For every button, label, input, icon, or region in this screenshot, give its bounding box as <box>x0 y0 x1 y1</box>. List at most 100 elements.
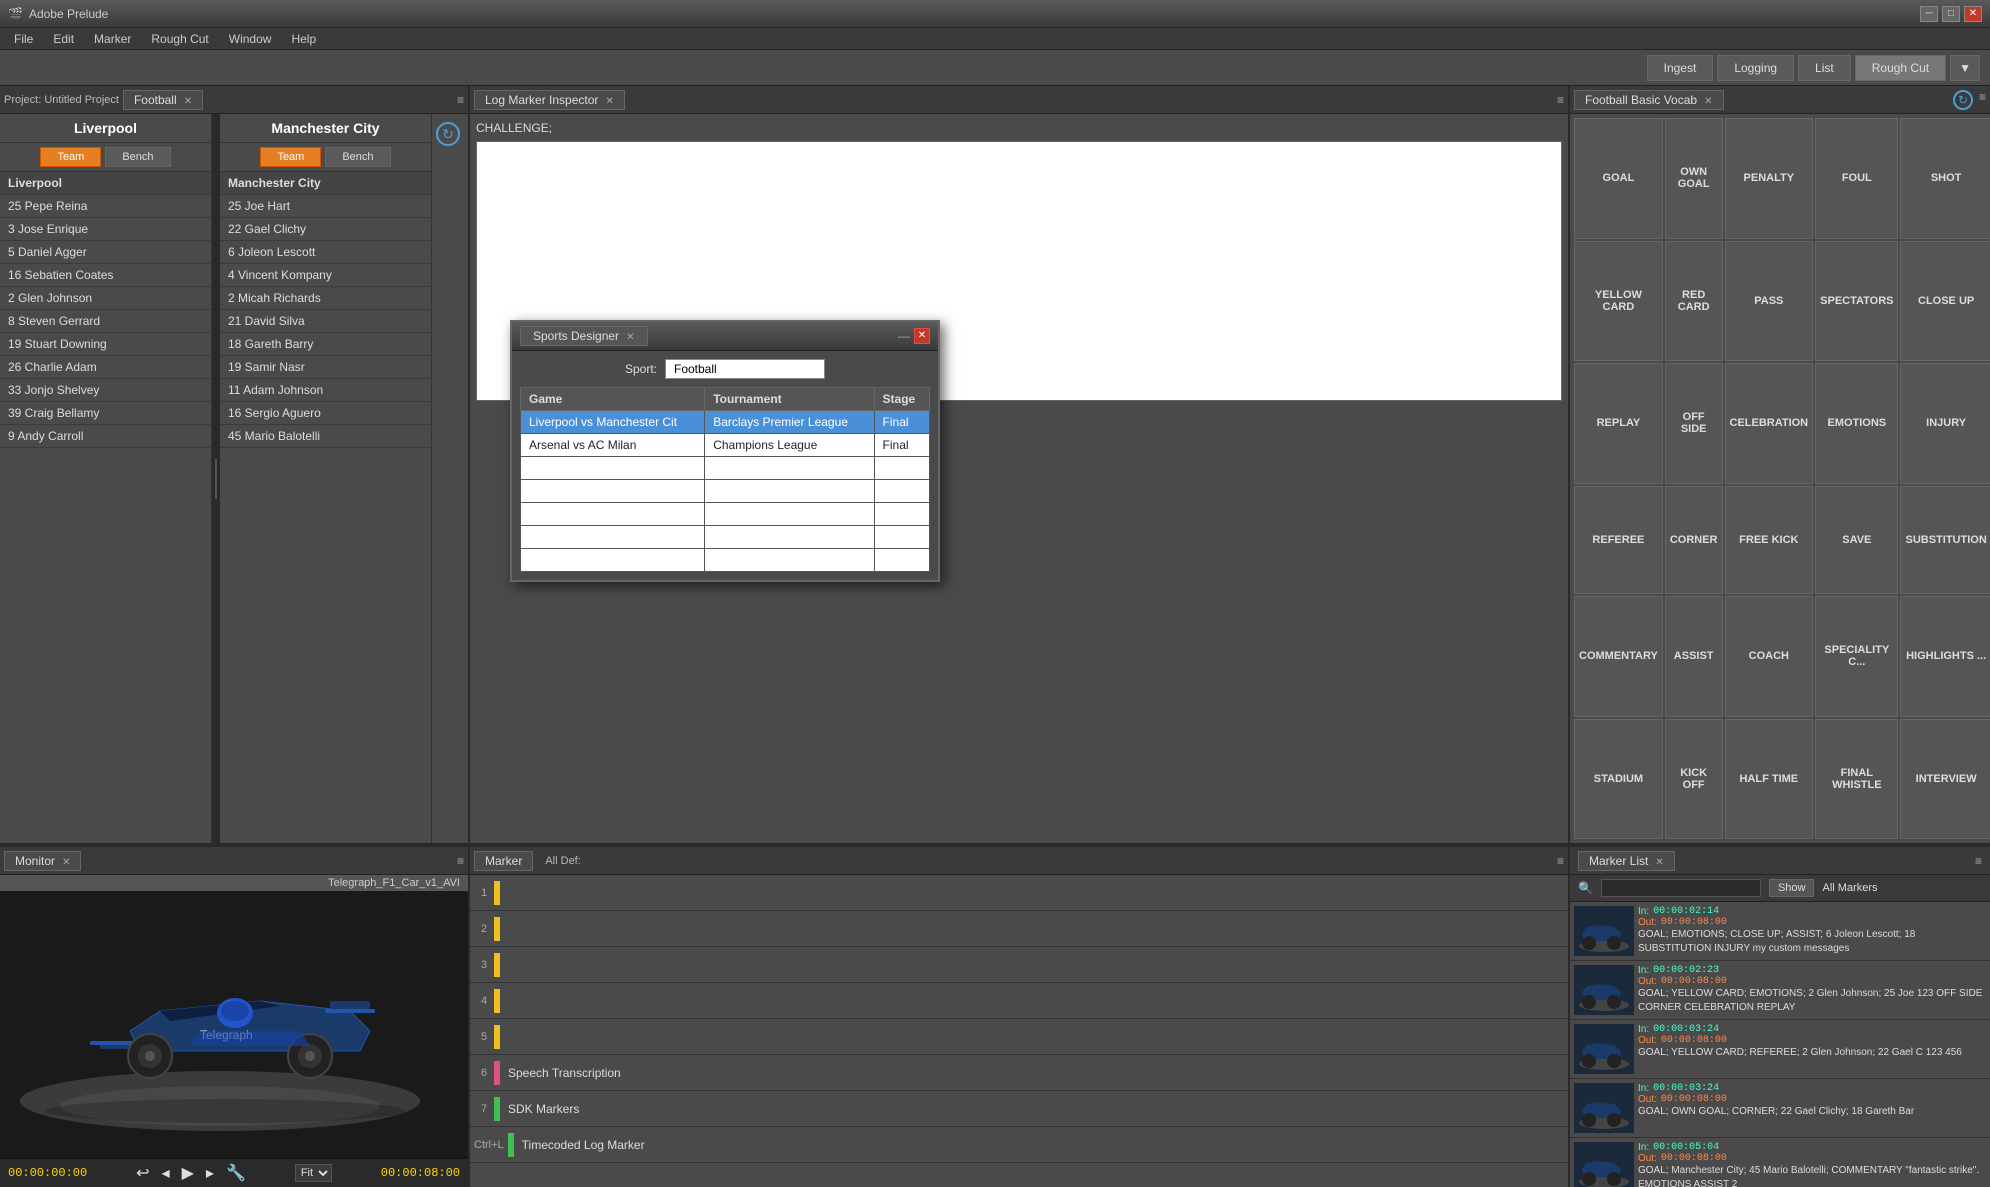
logging-btn[interactable]: Logging <box>1717 55 1794 81</box>
vocab-highlights[interactable]: HIGHLIGHTS ... <box>1900 596 1990 717</box>
marker-list-tab[interactable]: Marker List ✕ <box>1578 851 1675 871</box>
marker-label-3[interactable] <box>504 961 1564 969</box>
marker-label-5[interactable] <box>504 1033 1564 1041</box>
football-tab-close[interactable]: ✕ <box>184 96 192 107</box>
player-item[interactable]: 4 Vincent Kompany <box>220 264 431 287</box>
liverpool-team-tab[interactable]: Team <box>40 147 101 167</box>
player-item[interactable]: 5 Daniel Agger <box>0 241 211 264</box>
marker-label-4[interactable] <box>504 997 1564 1005</box>
marker-list-panel-menu[interactable]: ≡ <box>1975 854 1982 868</box>
player-item[interactable]: 18 Gareth Barry <box>220 333 431 356</box>
sports-designer-tab[interactable]: Sports Designer ✕ <box>520 326 648 346</box>
dialog-tab-close[interactable]: ✕ <box>626 332 634 343</box>
menu-roughcut[interactable]: Rough Cut <box>141 30 218 48</box>
log-inspector-tab-close[interactable]: ✕ <box>605 96 613 107</box>
liverpool-bench-tab[interactable]: Bench <box>105 147 170 167</box>
vocab-freekick[interactable]: FREE KICK <box>1725 486 1814 595</box>
close-btn[interactable]: ✕ <box>1964 6 1982 22</box>
vocab-tab[interactable]: Football Basic Vocab ✕ <box>1574 90 1724 110</box>
vocab-stadium[interactable]: STADIUM <box>1574 719 1663 840</box>
liverpool-team-label[interactable]: Liverpool <box>0 172 211 195</box>
roughcut-btn[interactable]: Rough Cut <box>1855 55 1946 81</box>
vocab-offside[interactable]: OFF SIDE <box>1665 363 1723 484</box>
menu-marker[interactable]: Marker <box>84 30 141 48</box>
menu-help[interactable]: Help <box>281 30 326 48</box>
panel-menu-icon[interactable]: ≡ <box>457 93 464 107</box>
player-item[interactable]: 2 Micah Richards <box>220 287 431 310</box>
vocab-own-goal[interactable]: OWN GOAL <box>1665 118 1723 239</box>
rewind-btn[interactable]: ◂ <box>162 1163 170 1183</box>
marker-search-input[interactable] <box>1601 879 1761 897</box>
vocab-goal[interactable]: GOAL <box>1574 118 1663 239</box>
table-row[interactable]: Arsenal vs AC Milan Champions League Fin… <box>521 434 930 457</box>
next-marker-btn[interactable]: 🔧 <box>226 1163 246 1183</box>
vocab-speciality[interactable]: SPECIALITY C... <box>1815 596 1898 717</box>
vocab-refresh-btn[interactable]: ↻ <box>1953 90 1973 110</box>
monitor-tab-close[interactable]: ✕ <box>62 857 70 868</box>
maximize-btn[interactable]: □ <box>1942 6 1960 22</box>
vocab-substitution[interactable]: SUBSTITUTION <box>1900 486 1990 595</box>
table-row[interactable]: Liverpool vs Manchester Cit Barclays Pre… <box>521 411 930 434</box>
sports-designer-dialog[interactable]: Sports Designer ✕ — ✕ Sport: Game Tourna… <box>510 320 940 582</box>
ffwd-btn[interactable]: ▸ <box>206 1163 214 1183</box>
play-btn[interactable]: ▶ <box>182 1163 194 1183</box>
list-btn[interactable]: List <box>1798 55 1851 81</box>
player-item[interactable]: 16 Sergio Aguero <box>220 402 431 425</box>
player-item[interactable]: 11 Adam Johnson <box>220 379 431 402</box>
vocab-red-card[interactable]: RED CARD <box>1665 241 1723 362</box>
mancity-team-tab[interactable]: Team <box>260 147 321 167</box>
menu-edit[interactable]: Edit <box>43 30 84 48</box>
vocab-penalty[interactable]: PENALTY <box>1725 118 1814 239</box>
log-panel-menu[interactable]: ≡ <box>1557 93 1564 107</box>
vocab-halftime[interactable]: HALF TIME <box>1725 719 1814 840</box>
player-item[interactable]: 3 Jose Enrique <box>0 218 211 241</box>
player-item[interactable]: 33 Jonjo Shelvey <box>0 379 211 402</box>
football-tab[interactable]: Football ✕ <box>123 90 203 110</box>
vocab-foul[interactable]: FOUL <box>1815 118 1898 239</box>
vocab-coach[interactable]: COACH <box>1725 596 1814 717</box>
vocab-spectators[interactable]: SPECTATORS <box>1815 241 1898 362</box>
show-btn[interactable]: Show <box>1769 879 1815 897</box>
marker-label-2[interactable] <box>504 925 1564 933</box>
fit-select[interactable]: Fit <box>295 1164 332 1182</box>
menu-file[interactable]: File <box>4 30 43 48</box>
vocab-injury[interactable]: INJURY <box>1900 363 1990 484</box>
marker-list-tab-close[interactable]: ✕ <box>1655 857 1663 868</box>
vocab-commentary[interactable]: COMMENTARY <box>1574 596 1663 717</box>
player-item[interactable]: 45 Mario Balotelli <box>220 425 431 448</box>
player-item[interactable]: 39 Craig Bellamy <box>0 402 211 425</box>
vocab-corner[interactable]: CORNER <box>1665 486 1723 595</box>
player-item[interactable]: 22 Gael Clichy <box>220 218 431 241</box>
marker-tab[interactable]: Marker <box>474 851 533 871</box>
vocab-finalwhistle[interactable]: FINAL WHISTLE <box>1815 719 1898 840</box>
vocab-tab-close[interactable]: ✕ <box>1704 96 1712 107</box>
vocab-panel-menu[interactable]: ≡ <box>1979 90 1986 110</box>
marker-label-6[interactable]: Speech Transcription <box>504 1062 1564 1084</box>
sport-input[interactable] <box>665 359 825 379</box>
player-item[interactable]: 6 Joleon Lescott <box>220 241 431 264</box>
player-item[interactable]: 25 Joe Hart <box>220 195 431 218</box>
vocab-interview[interactable]: INTERVIEW <box>1900 719 1990 840</box>
vocab-kickoff[interactable]: KICK OFF <box>1665 719 1723 840</box>
marker-label-7[interactable]: SDK Markers <box>504 1098 1564 1120</box>
player-item[interactable]: 9 Andy Carroll <box>0 425 211 448</box>
vocab-save[interactable]: SAVE <box>1815 486 1898 595</box>
player-item[interactable]: 8 Steven Gerrard <box>0 310 211 333</box>
monitor-tab[interactable]: Monitor ✕ <box>4 851 81 871</box>
marker-panel-menu[interactable]: ≡ <box>1557 854 1564 868</box>
minimize-btn[interactable]: ─ <box>1920 6 1938 22</box>
vocab-celebration[interactable]: CELEBRATION <box>1725 363 1814 484</box>
marker-label-8[interactable]: Timecoded Log Marker <box>518 1134 1564 1156</box>
mancity-bench-tab[interactable]: Bench <box>325 147 390 167</box>
monitor-panel-menu[interactable]: ≡ <box>457 854 464 868</box>
vocab-assist[interactable]: ASSIST <box>1665 596 1723 717</box>
dialog-close-btn[interactable]: ✕ <box>914 328 930 344</box>
mancity-team-label[interactable]: Manchester City <box>220 172 431 195</box>
ingest-btn[interactable]: Ingest <box>1647 55 1714 81</box>
vocab-replay[interactable]: REPLAY <box>1574 363 1663 484</box>
marker-label-1[interactable] <box>504 889 1564 897</box>
vocab-shot[interactable]: SHOT <box>1900 118 1990 239</box>
player-item[interactable]: 25 Pepe Reina <box>0 195 211 218</box>
dialog-minimize-icon[interactable]: — <box>898 329 910 343</box>
player-item[interactable]: 26 Charlie Adam <box>0 356 211 379</box>
